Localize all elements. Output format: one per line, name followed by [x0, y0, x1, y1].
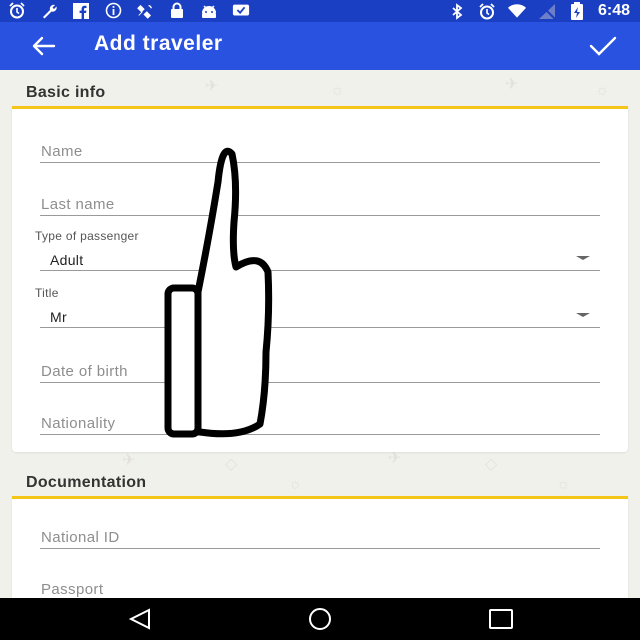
lock-icon	[168, 2, 186, 19]
alarm-icon	[478, 2, 496, 20]
alarm-icon	[8, 2, 26, 19]
date-of-birth-field[interactable]: Date of birth	[40, 359, 600, 383]
chevron-down-icon	[576, 256, 590, 260]
passport-field[interactable]: Passport	[40, 577, 600, 598]
national-id-placeholder: National ID	[41, 529, 120, 546]
back-button[interactable]	[30, 34, 58, 58]
date-of-birth-placeholder: Date of birth	[41, 363, 128, 380]
passenger-type-value: Adult	[50, 252, 84, 268]
wifi-icon	[507, 3, 526, 20]
documentation-card: National ID Passport	[12, 496, 628, 598]
last-name-placeholder: Last name	[41, 196, 115, 213]
nationality-placeholder: Nationality	[41, 415, 116, 432]
app-bar: Add traveler	[0, 22, 640, 70]
title-label: Title	[35, 286, 59, 300]
check-icon	[589, 36, 617, 56]
signal-icon	[538, 2, 556, 20]
chat-check-icon	[232, 2, 250, 19]
page-title: Add traveler	[94, 32, 223, 55]
pointing-hand-icon	[164, 147, 273, 438]
system-status-icons: 6:48	[448, 2, 630, 20]
passenger-type-label: Type of passenger	[35, 229, 139, 243]
plane-deco-icon: ✈	[122, 452, 136, 469]
home-circle-icon	[309, 608, 331, 630]
plane-deco-icon: ✈	[205, 78, 219, 95]
basic-info-heading: Basic info	[26, 84, 106, 101]
title-value: Mr	[50, 309, 67, 325]
nav-back-button[interactable]	[125, 606, 155, 632]
arrow-left-icon	[32, 36, 56, 56]
satellite-icon	[136, 2, 154, 19]
name-field[interactable]: Name	[40, 139, 600, 163]
last-name-field[interactable]: Last name	[40, 192, 600, 216]
battery-charging-icon	[568, 2, 586, 20]
facebook-icon	[72, 2, 90, 19]
passenger-type-select[interactable]: Adult	[40, 247, 600, 271]
sun-deco-icon: ☼	[595, 82, 610, 99]
back-triangle-icon	[128, 608, 150, 630]
name-placeholder: Name	[41, 143, 83, 160]
bag-deco-icon: ◇	[225, 456, 238, 473]
bluetooth-icon	[448, 2, 466, 20]
plane-deco-icon: ✈	[505, 76, 519, 93]
passport-placeholder: Passport	[41, 581, 104, 598]
national-id-field[interactable]: National ID	[40, 525, 600, 549]
sun-deco-icon: ☼	[556, 476, 571, 493]
android-icon	[200, 2, 218, 19]
chevron-down-icon	[576, 313, 590, 317]
bag-deco-icon: ◇	[485, 456, 498, 473]
status-bar: 6:48	[0, 0, 640, 22]
wrench-icon	[40, 2, 58, 19]
nav-home-button[interactable]	[305, 606, 335, 632]
notification-icons	[8, 2, 250, 19]
sun-deco-icon: ☼	[288, 476, 303, 493]
documentation-heading: Documentation	[26, 474, 147, 491]
form-scroll-area[interactable]: ✈ ☼ ✈ ☼ ✈ ◇ ✈ ◇ ☼ ☼ Basic info Name Last…	[0, 70, 640, 598]
system-nav-bar	[0, 598, 640, 640]
save-button[interactable]	[588, 34, 618, 58]
sun-deco-icon: ☼	[330, 82, 345, 99]
nav-recents-button[interactable]	[486, 606, 516, 632]
recents-square-icon	[489, 609, 513, 629]
basic-info-card: Name Last name Type of passenger Adult T…	[12, 106, 628, 452]
title-select[interactable]: Mr	[40, 304, 600, 328]
clock-time: 6:48	[597, 2, 630, 19]
nationality-field[interactable]: Nationality	[40, 411, 600, 435]
info-icon	[104, 2, 122, 19]
